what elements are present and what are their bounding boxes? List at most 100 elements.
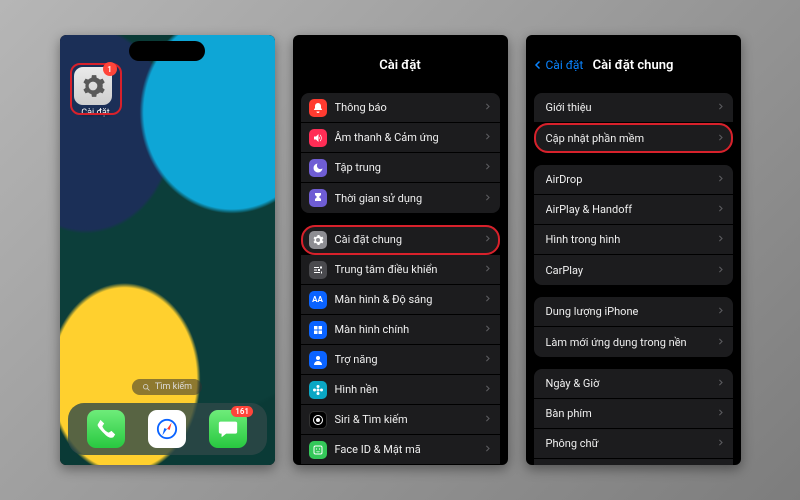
flower-icon <box>309 381 327 399</box>
chevron-right-icon <box>716 264 725 277</box>
settings-row[interactable]: CarPlay <box>534 255 733 285</box>
chevron-right-icon <box>716 203 725 216</box>
settings-row[interactable]: AirDrop <box>534 165 733 195</box>
nav-bar: Cài đặt <box>293 49 508 81</box>
bell-icon <box>309 99 327 117</box>
phone-app[interactable] <box>87 410 125 448</box>
settings-row[interactable]: Trung tâm điều khiển <box>301 255 500 285</box>
chevron-right-icon <box>483 161 492 174</box>
siri-icon <box>309 411 327 429</box>
settings-row[interactable]: Hình nền <box>301 375 500 405</box>
spotlight-search[interactable]: Tìm kiếm <box>132 379 202 395</box>
chevron-right-icon <box>716 437 725 450</box>
chevron-right-icon <box>483 443 492 456</box>
moon-icon <box>309 159 327 177</box>
row-label: Trung tâm điều khiển <box>335 263 475 276</box>
settings-row[interactable]: Ngôn ngữ & Vùng <box>534 459 733 465</box>
chevron-right-icon <box>716 407 725 420</box>
row-label: Cài đặt chung <box>335 233 475 246</box>
row-label: Tập trung <box>335 161 475 174</box>
chevron-right-icon <box>716 305 725 318</box>
settings-row[interactable]: Tập trung <box>301 153 500 183</box>
settings-row[interactable]: Siri & Tìm kiếm <box>301 405 500 435</box>
settings-row[interactable]: AirPlay & Handoff <box>534 195 733 225</box>
chevron-right-icon <box>716 233 725 246</box>
settings-row[interactable]: Face ID & Mật mã <box>301 435 500 465</box>
settings-row[interactable]: Phông chữ <box>534 429 733 459</box>
general-group-1: Giới thiệu Cập nhật phần mềm <box>534 93 733 153</box>
settings-row[interactable]: Thông báo <box>301 93 500 123</box>
row-label: Trợ năng <box>335 353 475 366</box>
phone-icon <box>95 418 117 440</box>
gear-icon <box>309 231 327 249</box>
chevron-right-icon <box>483 353 492 366</box>
person-icon <box>309 351 327 369</box>
row-label: Thông báo <box>335 101 475 114</box>
search-label: Tìm kiếm <box>155 382 192 392</box>
safari-app[interactable] <box>148 410 186 448</box>
settings-row[interactable]: Cập nhật phần mềm <box>534 123 733 153</box>
general-group-3: Dung lượng iPhone Làm mới ứng dụng trong … <box>534 297 733 357</box>
dynamic-island <box>129 41 205 61</box>
row-label: Bàn phím <box>546 407 708 420</box>
settings-row[interactable]: Làm mới ứng dụng trong nền <box>534 327 733 357</box>
row-label: Giới thiệu <box>546 101 708 114</box>
settings-group-1: Thông báo Âm thanh & Cảm ứng Tập trung Thời… <box>301 93 500 213</box>
settings-row[interactable]: Màn hình chính <box>301 315 500 345</box>
messages-app[interactable]: 161 <box>209 410 247 448</box>
chevron-right-icon <box>483 131 492 144</box>
phone-settings-root: Cài đặt Thông báo Âm thanh & Cảm ứng Tập t… <box>293 35 508 465</box>
row-label: CarPlay <box>546 264 708 277</box>
phone-settings-general: Cài đặt Cài đặt chung Giới thiệu Cập nhật… <box>526 35 741 465</box>
nav-bar: Cài đặt Cài đặt chung <box>526 49 741 81</box>
chevron-right-icon <box>483 413 492 426</box>
phone-home-screen: 1 Cài đặt Tìm kiếm 161 <box>60 35 275 465</box>
row-label: Hình nền <box>335 383 475 396</box>
settings-row[interactable]: Bàn phím <box>534 399 733 429</box>
row-label: Face ID & Mật mã <box>335 443 475 456</box>
aa-icon: AA <box>309 291 327 309</box>
settings-row[interactable]: Dung lượng iPhone <box>534 297 733 327</box>
safari-icon <box>156 418 178 440</box>
chevron-right-icon <box>716 336 725 349</box>
settings-row[interactable]: AA Màn hình & Độ sáng <box>301 285 500 315</box>
settings-row[interactable]: Cài đặt chung <box>301 225 500 255</box>
settings-row[interactable]: Thời gian sử dụng <box>301 183 500 213</box>
general-group-2: AirDrop AirPlay & HandoffHình trong hình C… <box>534 165 733 285</box>
settings-row[interactable]: Hình trong hình <box>534 225 733 255</box>
page-title: Cài đặt <box>379 58 421 73</box>
back-label: Cài đặt <box>546 58 584 72</box>
settings-group-2: Cài đặt chung Trung tâm điều khiển AA Màn h… <box>301 225 500 465</box>
chevron-right-icon <box>483 101 492 114</box>
notification-badge: 1 <box>103 62 117 76</box>
back-button[interactable]: Cài đặt <box>532 49 584 81</box>
settings-app[interactable]: 1 Cài đặt <box>74 67 118 123</box>
settings-row[interactable]: Giới thiệu <box>534 93 733 123</box>
search-icon <box>142 383 151 392</box>
general-group-4: Ngày & Giờ Bàn phím Phông chữ Ngôn ngữ & Vù… <box>534 369 733 465</box>
chevron-right-icon <box>716 132 725 145</box>
row-label: Màn hình chính <box>335 323 475 336</box>
row-label: Phông chữ <box>546 437 708 450</box>
hourglass-icon <box>309 189 327 207</box>
face-icon <box>309 441 327 459</box>
row-label: AirDrop <box>546 173 708 186</box>
settings-row[interactable]: Trợ năng <box>301 345 500 375</box>
app-label: Cài đặt <box>74 108 118 118</box>
notification-badge: 161 <box>231 406 253 417</box>
chevron-right-icon <box>483 383 492 396</box>
sliders-icon <box>309 261 327 279</box>
messages-icon <box>217 418 239 440</box>
chevron-right-icon <box>483 293 492 306</box>
settings-row[interactable]: Âm thanh & Cảm ứng <box>301 123 500 153</box>
row-label: Màn hình & Độ sáng <box>335 293 475 306</box>
chevron-right-icon <box>716 377 725 390</box>
settings-row[interactable]: Ngày & Giờ <box>534 369 733 399</box>
dock: 161 <box>68 403 267 455</box>
row-label: Âm thanh & Cảm ứng <box>335 131 475 144</box>
gear-icon: 1 <box>74 67 112 105</box>
row-label: Ngày & Giờ <box>546 377 708 390</box>
chevron-left-icon <box>532 59 544 71</box>
grid-icon <box>309 321 327 339</box>
row-label: Dung lượng iPhone <box>546 305 708 318</box>
